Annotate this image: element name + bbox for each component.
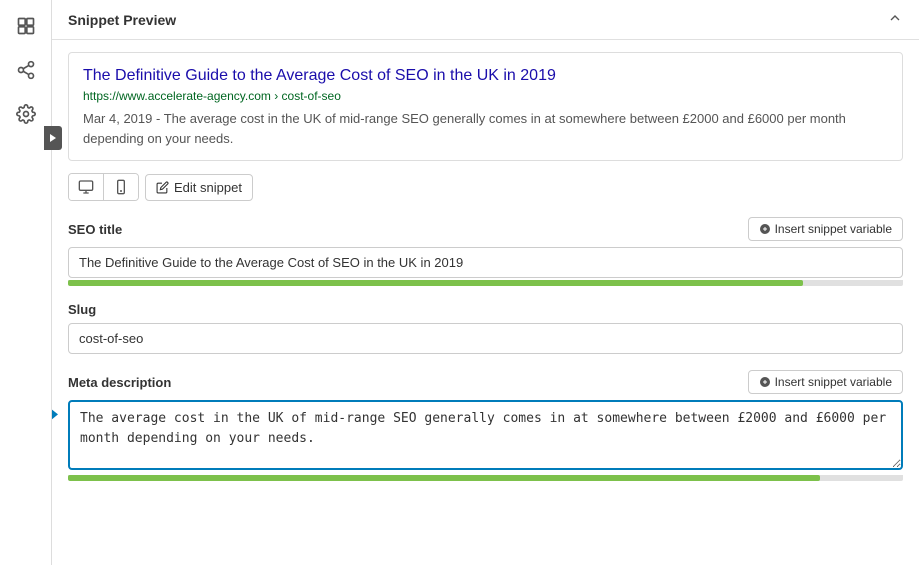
slug-input[interactable] — [68, 323, 903, 354]
snippet-body: The average cost in the UK of mid-range … — [83, 111, 846, 146]
slug-label: Slug — [68, 302, 96, 317]
snippet-date: Mar 4, 2019 — [83, 111, 152, 126]
seo-title-progress-fill — [68, 280, 803, 286]
snippet-description: Mar 4, 2019 - The average cost in the UK… — [83, 109, 888, 148]
panel-header: Snippet Preview — [52, 0, 919, 40]
seo-title-section: SEO title Insert snippet variable — [52, 217, 919, 302]
pencil-icon — [156, 181, 169, 194]
meta-description-progress-fill — [68, 475, 820, 481]
snippet-preview-card: The Definitive Guide to the Average Cost… — [68, 52, 903, 161]
meta-description-progress-bar — [68, 475, 903, 481]
sidebar — [0, 0, 52, 565]
sidebar-toggle[interactable] — [44, 126, 62, 150]
seo-title-input[interactable] — [68, 247, 903, 278]
seo-title-insert-variable-button[interactable]: Insert snippet variable — [748, 217, 903, 241]
edit-snippet-label: Edit snippet — [174, 180, 242, 195]
sidebar-settings-icon[interactable] — [2, 92, 50, 136]
slug-label-row: Slug — [68, 302, 903, 317]
meta-description-label-row: Meta description Insert snippet variable — [68, 370, 903, 394]
slug-section: Slug — [52, 302, 919, 370]
meta-description-insert-label: Insert snippet variable — [775, 375, 892, 389]
meta-description-textarea[interactable]: The average cost in the UK of mid-range … — [68, 400, 903, 470]
seo-title-label: SEO title — [68, 222, 122, 237]
panel-collapse-button[interactable] — [887, 10, 903, 29]
meta-description-insert-variable-button[interactable]: Insert snippet variable — [748, 370, 903, 394]
meta-description-section: Meta description Insert snippet variable… — [52, 370, 919, 497]
plus-circle-icon — [759, 223, 771, 235]
seo-title-progress-bar — [68, 280, 903, 286]
snippet-title-link[interactable]: The Definitive Guide to the Average Cost… — [83, 65, 888, 87]
desktop-view-button[interactable] — [69, 174, 104, 200]
snippet-actions-bar: Edit snippet — [68, 173, 903, 201]
meta-description-label: Meta description — [68, 375, 171, 390]
plus-circle-icon-meta — [759, 376, 771, 388]
device-toggle-group — [68, 173, 139, 201]
snippet-url: https://www.accelerate-agency.com › cost… — [83, 89, 888, 103]
snippet-description-text: - — [156, 111, 164, 126]
seo-title-insert-label: Insert snippet variable — [775, 222, 892, 236]
panel-title: Snippet Preview — [68, 12, 176, 28]
mobile-view-button[interactable] — [104, 174, 138, 200]
seo-title-label-row: SEO title Insert snippet variable — [68, 217, 903, 241]
edit-snippet-button[interactable]: Edit snippet — [145, 174, 253, 201]
main-panel: Snippet Preview The Definitive Guide to … — [52, 0, 919, 565]
sidebar-share-icon[interactable] — [2, 48, 50, 92]
meta-description-indicator — [52, 406, 58, 422]
sidebar-menu-icon[interactable] — [2, 4, 50, 48]
